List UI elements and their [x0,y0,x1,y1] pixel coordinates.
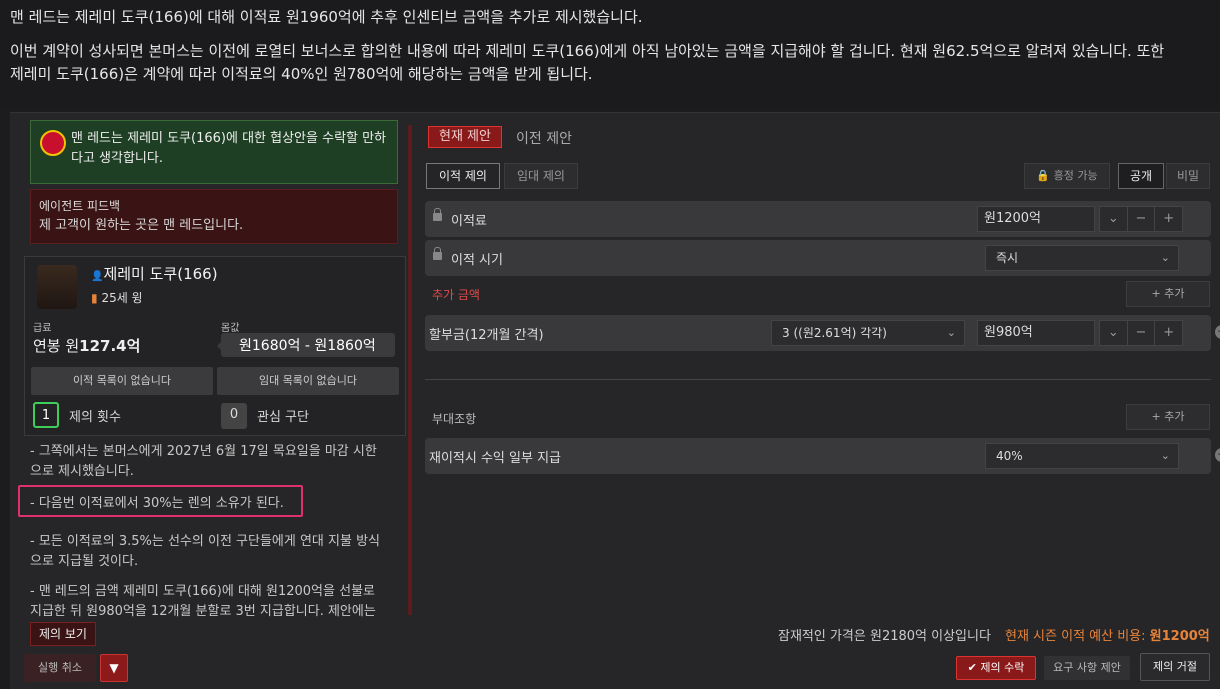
agent-feedback-title: 에이전트 피드백 [39,199,121,213]
chevron-down-icon: ⌄ [946,326,956,339]
contract-note-line-1: 이번 계약이 성사되면 본머스는 이전에 로열티 보너스로 합의한 내용에 따라… [10,42,1165,60]
chevron-down-icon: ⌄ [1160,251,1170,264]
fee-stepper[interactable]: ⌄ − + [1099,206,1183,232]
budget-value: 원1200억 [1149,629,1210,644]
transfer-list-status[interactable]: 이적 목록이 없습니다 [31,367,213,395]
fee-row: 이적료 원1200억 ⌄ − + [425,201,1211,237]
clauses-label: 부대조항 [432,412,477,426]
note-item: - 맨 레드의 금액 제레미 도쿠(166)에 대해 원1200억을 선불로 지… [30,584,376,619]
club-crest-icon [40,130,66,156]
chevron-down-icon[interactable]: ⌄ [1100,207,1127,231]
accept-offer-button[interactable]: ✔ 제의 수락 [956,656,1036,680]
offers-label: 제의 횟수 [69,410,121,425]
note-item: - 모든 이적료의 3.5%는 선수의 이전 구단들에게 연대 지불 방식으로 … [30,534,380,569]
sell-on-label: 재이적시 수익 일부 지급 [429,451,561,466]
lock-icon [433,247,442,260]
player-photo[interactable] [37,265,77,309]
lock-icon [433,208,442,221]
wage-amount: 127.4억 [79,337,141,355]
wage-prefix: 연봉 원 [33,337,80,355]
sell-on-value: 40% [996,449,1023,463]
timing-value: 즉시 [996,251,1019,265]
budget-cost: 현재 시즌 이적 예산 비용: 원1200억 [1005,625,1210,644]
contract-note-line-2: 제레미 도쿠(166)은 계약에 따라 이적료의 40%인 원780억에 해당하… [10,65,593,83]
minus-icon[interactable]: − [1126,207,1155,231]
wage-value: 연봉 원127.4억 [33,335,140,356]
negotiable-toggle[interactable]: 🔒 흥정 가능 [1024,163,1110,189]
agent-feedback-text: 제 고객이 원하는 곳은 맨 레드입니다. [39,218,244,233]
value-label: 몸값 [221,323,240,334]
check-icon: ✔ [967,661,977,674]
installments-count: 3 ((원2.61억) 각각) [782,326,887,340]
accept-label: 제의 수락 [980,661,1025,674]
extra-amount-label: 추가 금액 [432,288,480,302]
lock-icon: 🔒 [1036,169,1051,182]
value-range: 원1680억 - 원1860억 [217,333,395,357]
contract-notes: 이번 계약이 성사되면 본머스는 이전에 로열티 보너스로 합의한 내용에 따라… [10,40,1210,86]
scrollbar[interactable] [408,125,412,615]
interested-count-badge: 0 [221,403,247,429]
chevron-down-icon[interactable]: ⌄ [1100,321,1127,345]
timing-row: 이적 시기 즉시 ⌄ [425,240,1211,276]
plus-icon[interactable]: + [1154,207,1182,231]
negotiable-label: 흥정 가능 [1053,169,1098,182]
potential-price: 잠재적인 가격은 원2180억 이상입니다 [778,629,991,644]
offers-count-badge: 1 [33,402,59,428]
section-divider [425,379,1211,380]
offer-notes: - 그쪽에서는 본머스에게 2027년 6월 17일 목요일을 마감 시한으로 … [30,442,388,632]
private-toggle[interactable]: 비밀 [1166,163,1210,189]
loan-list-status[interactable]: 임대 목록이 없습니다 [217,367,399,395]
add-clause-button[interactable]: + 추가 [1126,404,1210,430]
installments-count-select[interactable]: 3 ((원2.61억) 각각) ⌄ [771,320,965,346]
sell-on-select[interactable]: 40% ⌄ [985,443,1179,469]
highlight-box [18,485,303,517]
club-message-text: 맨 레드는 제레미 도쿠(166)에 대한 협상안을 수락할 만하다고 생각합니… [71,131,387,166]
installments-stepper[interactable]: ⌄ − + [1099,320,1183,346]
installments-label: 할부금(12개월 간격) [429,328,544,343]
timing-label: 이적 시기 [451,253,503,268]
add-extra-button[interactable]: + 추가 [1126,281,1210,307]
top-description: 맨 레드는 제레미 도쿠(166)에 대해 이적료 원1960억에 추후 인센티… [0,0,1220,108]
reject-offer-button[interactable]: 제의 거절 [1140,653,1210,681]
installments-input[interactable]: 원980억 [977,320,1095,346]
player-age-position: ▮ 25세 윙 [91,289,143,306]
wage-label: 급료 [33,323,52,334]
fee-input[interactable]: 원1200억 [977,206,1095,232]
minus-icon[interactable]: − [1126,321,1155,345]
public-toggle[interactable]: 공개 [1118,163,1164,189]
budget-prefix: 현재 시즌 이적 예산 비용: [1005,629,1150,644]
timing-select[interactable]: 즉시 ⌄ [985,245,1179,271]
chevron-down-icon: ⌄ [1160,449,1170,462]
agent-feedback: 에이전트 피드백 제 고객이 원하는 곳은 맨 레드입니다. [30,189,398,244]
player-name-text: 제레미 도쿠(166) [103,265,218,283]
player-card: 👤제레미 도쿠(166) ▮ 25세 윙 급료 몸값 연봉 원127.4억 원1… [24,256,406,436]
view-offer-button[interactable]: 제의 보기 [30,622,96,646]
person-icon: 👤 [91,271,104,282]
chevron-down-icon[interactable]: ▼ [100,654,128,682]
tab-previous-offer[interactable]: 이전 제안 [516,128,572,148]
player-age-pos-text: 25세 윙 [101,291,143,305]
offer-summary: 맨 레드는 제레미 도쿠(166)에 대해 이적료 원1960억에 추후 인센티… [10,8,643,26]
sell-on-row: 재이적시 수익 일부 지급 40%⌄ − [425,438,1220,474]
tab-current-offer[interactable]: 현재 제안 [428,126,502,148]
club-message: 맨 레드는 제레미 도쿠(166)에 대한 협상안을 수락할 만하다고 생각합니… [30,120,398,184]
interested-label: 관심 구단 [257,410,309,425]
undo-button[interactable]: 실행 취소 [24,654,96,682]
tab-loan-offer[interactable]: 임대 제의 [504,163,578,189]
suggest-demands-button[interactable]: 요구 사항 제안 [1044,656,1130,680]
plus-icon[interactable]: + [1154,321,1182,345]
kit-icon: ▮ [91,291,98,305]
fee-label: 이적료 [451,214,487,229]
tab-transfer-offer[interactable]: 이적 제의 [426,163,500,189]
note-item: - 그쪽에서는 본머스에게 2027년 6월 17일 목요일을 마감 시한으로 … [30,444,377,479]
player-name[interactable]: 👤제레미 도쿠(166) [91,263,218,284]
installments-row: 할부금(12개월 간격) 3 ((원2.61억) 각각) ⌄ 원980억 ⌄ − + … [425,315,1220,351]
